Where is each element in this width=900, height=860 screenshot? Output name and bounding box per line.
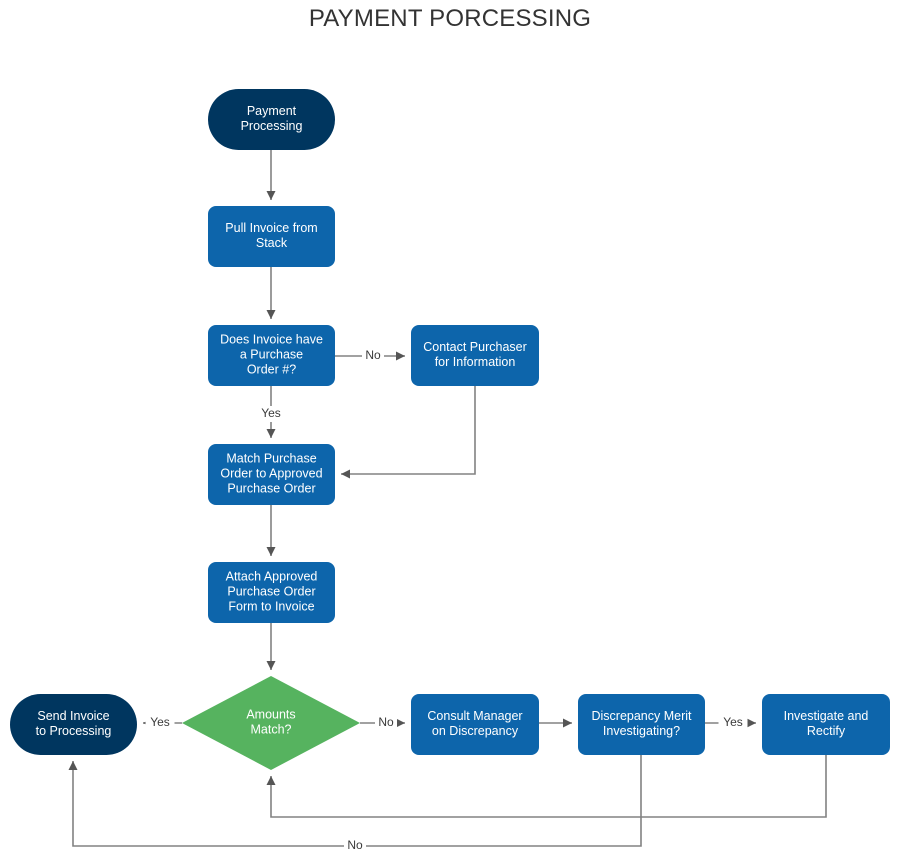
arrow-head-icon: [266, 661, 276, 670]
edge-label-haspo-yes-match: Yes: [261, 406, 281, 420]
arrow-head-icon: [266, 776, 276, 785]
arrow-head-icon: [396, 718, 405, 728]
node-label: Consult Manager on Discrepancy: [427, 709, 522, 738]
node-investigate-rectify[interactable]: Investigate and Rectify: [762, 694, 890, 755]
edge-line: [72, 755, 642, 847]
flowchart-svg: Payment Processing Pull Invoice from Stack D…: [10, 89, 890, 854]
arrow-head-icon: [341, 469, 350, 479]
node-label: Amounts Match?: [246, 708, 295, 737]
edge-line: [341, 386, 476, 475]
edge-line: [270, 755, 827, 818]
edge-contact-to-match: [341, 386, 476, 479]
edge-label-haspo-no-contact: No: [365, 348, 381, 362]
edge-label-amounts-yes-send: Yes: [150, 715, 170, 729]
arrow-head-icon: [68, 761, 78, 770]
node-label: Contact Purchaser for Information: [423, 340, 527, 369]
edge-pull-to-haspo: [266, 267, 276, 319]
node-attach-po[interactable]: Attach Approved Purchase Order Form to Inv…: [208, 562, 335, 623]
node-has-po[interactable]: Does Invoice have a Purchase Order #?: [208, 325, 335, 386]
edge-merit-no-send: [68, 755, 642, 847]
edge-investigate-back-to-amounts: [266, 755, 827, 818]
node-contact-purchaser[interactable]: Contact Purchaser for Information: [411, 325, 539, 386]
edge-match-to-attach: [266, 505, 276, 556]
node-match-po[interactable]: Match Purchase Order to Approved Purchase …: [208, 444, 335, 505]
arrow-head-icon: [396, 351, 405, 361]
arrow-head-icon: [266, 310, 276, 319]
edge-consult-to-merit: [539, 718, 572, 728]
node-label: Attach Approved Purchase Order Form to Inv…: [226, 570, 318, 614]
arrow-head-icon: [747, 718, 756, 728]
node-merit-investigating[interactable]: Discrepancy Merit Investigating?: [578, 694, 705, 755]
node-pull-invoice[interactable]: Pull Invoice from Stack: [208, 206, 335, 267]
edge-label-merit-yes-investigate: Yes: [723, 715, 743, 729]
edge-start-to-pull: [266, 150, 276, 200]
edge-label-amounts-no-consult: No: [378, 715, 394, 729]
node-label: Match Purchase Order to Approved Purchase …: [220, 452, 322, 496]
node-send-invoice[interactable]: Send Invoice to Processing: [10, 694, 137, 755]
node-label: Payment Processing: [241, 104, 303, 133]
arrow-head-icon: [266, 191, 276, 200]
node-consult-manager[interactable]: Consult Manager on Discrepancy: [411, 694, 539, 755]
arrow-head-icon: [563, 718, 572, 728]
nodes-layer: Payment Processing Pull Invoice from Stack D…: [10, 89, 890, 770]
arrow-head-icon: [266, 429, 276, 438]
node-label: Send Invoice to Processing: [36, 709, 112, 738]
edge-attach-to-amounts: [266, 623, 276, 670]
arrow-head-icon: [266, 547, 276, 556]
edge-label-merit-no-send: No: [347, 838, 363, 852]
node-amounts-match[interactable]: Amounts Match?: [182, 676, 360, 770]
node-start[interactable]: Payment Processing: [208, 89, 335, 150]
node-label: Discrepancy Merit Investigating?: [591, 709, 692, 738]
flowchart-canvas: PAYMENT PORCESSING Payment Processing Pull…: [0, 0, 900, 860]
